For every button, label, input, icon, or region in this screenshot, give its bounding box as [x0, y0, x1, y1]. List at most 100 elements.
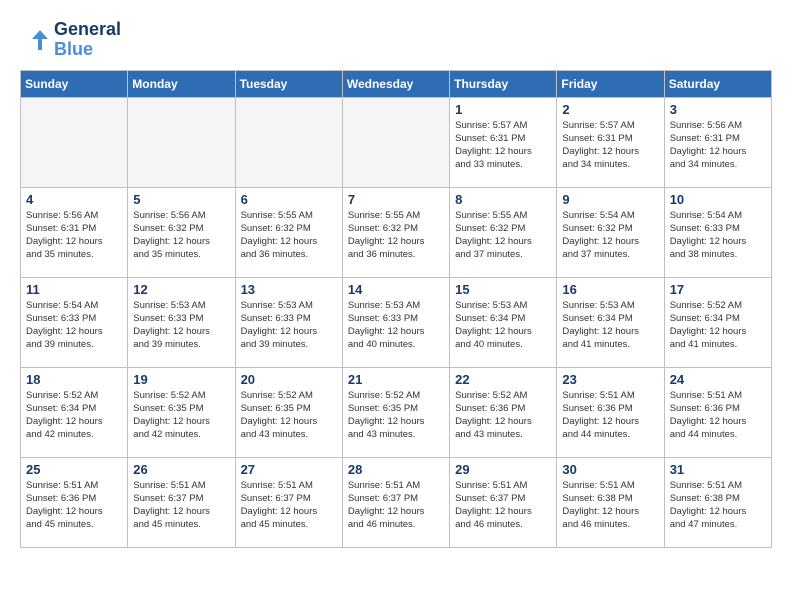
day-number: 25	[26, 462, 122, 477]
calendar-cell: 13Sunrise: 5:53 AM Sunset: 6:33 PM Dayli…	[235, 277, 342, 367]
calendar-table: SundayMondayTuesdayWednesdayThursdayFrid…	[20, 70, 772, 548]
calendar-cell: 3 Sunrise: 5:56 AM Sunset: 6:31 PM Daylig…	[664, 97, 771, 187]
day-info: Sunrise: 5:56 AM Sunset: 6:31 PM Dayligh…	[670, 119, 766, 172]
day-info: Sunrise: 5:51 AM Sunset: 6:37 PM Dayligh…	[133, 479, 229, 532]
calendar-cell	[342, 97, 449, 187]
day-info: Sunrise: 5:51 AM Sunset: 6:37 PM Dayligh…	[241, 479, 337, 532]
day-info: Sunrise: 5:54 AM Sunset: 6:33 PM Dayligh…	[670, 209, 766, 262]
calendar-cell: 15 Sunrise: 5:53 AM Sunset: 6:34 PM Dayli…	[450, 277, 557, 367]
day-info: Sunrise: 5:53 AM Sunset: 6:33 PM Dayligh…	[133, 299, 229, 352]
calendar-cell: 16 Sunrise: 5:53 AM Sunset: 6:34 PM Dayli…	[557, 277, 664, 367]
day-info: Sunrise: 5:54 AM Sunset: 6:33 PM Dayligh…	[26, 299, 122, 352]
day-number: 2	[562, 102, 658, 117]
day-info: Sunrise: 5:51 AM Sunset: 6:38 PM Dayligh…	[670, 479, 766, 532]
calendar-cell: 12 Sunrise: 5:53 AM Sunset: 6:33 PM Dayli…	[128, 277, 235, 367]
day-info: Sunrise: 5:52 AM Sunset: 6:35 PM Dayligh…	[348, 389, 444, 442]
day-number: 9	[562, 192, 658, 207]
day-number: 6	[241, 192, 337, 207]
calendar-cell: 20 Sunrise: 5:52 AM Sunset: 6:35 PM Dayli…	[235, 367, 342, 457]
day-number: 19	[133, 372, 229, 387]
day-number: 22	[455, 372, 551, 387]
day-info: Sunrise: 5:53 AM Sunset: 6:34 PM Dayligh…	[562, 299, 658, 352]
day-number: 11	[26, 282, 122, 297]
week-row-4: 18 Sunrise: 5:52 AM Sunset: 6:34 PM Dayli…	[21, 367, 772, 457]
day-number: 17	[670, 282, 766, 297]
calendar-cell: 27Sunrise: 5:51 AM Sunset: 6:37 PM Dayli…	[235, 457, 342, 547]
calendar-cell: 4Sunrise: 5:56 AM Sunset: 6:31 PM Daylig…	[21, 187, 128, 277]
day-number: 1	[455, 102, 551, 117]
calendar-cell: 5Sunrise: 5:56 AM Sunset: 6:32 PM Daylig…	[128, 187, 235, 277]
day-info: Sunrise: 5:52 AM Sunset: 6:36 PM Dayligh…	[455, 389, 551, 442]
day-info: Sunrise: 5:55 AM Sunset: 6:32 PM Dayligh…	[241, 209, 337, 262]
day-info: Sunrise: 5:57 AM Sunset: 6:31 PM Dayligh…	[562, 119, 658, 172]
weekday-header-saturday: Saturday	[664, 70, 771, 97]
weekday-header-wednesday: Wednesday	[342, 70, 449, 97]
day-number: 13	[241, 282, 337, 297]
day-number: 21	[348, 372, 444, 387]
weekday-header-tuesday: Tuesday	[235, 70, 342, 97]
day-number: 4	[26, 192, 122, 207]
calendar-cell: 17 Sunrise: 5:52 AM Sunset: 6:34 PM Dayli…	[664, 277, 771, 367]
calendar-cell: 6 Sunrise: 5:55 AM Sunset: 6:32 PM Daylig…	[235, 187, 342, 277]
calendar-cell: 31 Sunrise: 5:51 AM Sunset: 6:38 PM Dayli…	[664, 457, 771, 547]
week-row-3: 11 Sunrise: 5:54 AM Sunset: 6:33 PM Dayli…	[21, 277, 772, 367]
week-row-5: 25 Sunrise: 5:51 AM Sunset: 6:36 PM Dayli…	[21, 457, 772, 547]
day-info: Sunrise: 5:52 AM Sunset: 6:35 PM Dayligh…	[241, 389, 337, 442]
day-number: 29	[455, 462, 551, 477]
calendar-cell	[235, 97, 342, 187]
day-number: 18	[26, 372, 122, 387]
day-number: 7	[348, 192, 444, 207]
week-row-1: 1 Sunrise: 5:57 AM Sunset: 6:31 PM Daylig…	[21, 97, 772, 187]
logo-text: General Blue	[54, 20, 121, 60]
day-info: Sunrise: 5:52 AM Sunset: 6:34 PM Dayligh…	[26, 389, 122, 442]
day-number: 15	[455, 282, 551, 297]
day-info: Sunrise: 5:51 AM Sunset: 6:36 PM Dayligh…	[670, 389, 766, 442]
day-info: Sunrise: 5:51 AM Sunset: 6:37 PM Dayligh…	[348, 479, 444, 532]
day-info: Sunrise: 5:51 AM Sunset: 6:36 PM Dayligh…	[562, 389, 658, 442]
day-info: Sunrise: 5:51 AM Sunset: 6:36 PM Dayligh…	[26, 479, 122, 532]
weekday-header-sunday: Sunday	[21, 70, 128, 97]
day-number: 8	[455, 192, 551, 207]
day-number: 16	[562, 282, 658, 297]
day-info: Sunrise: 5:57 AM Sunset: 6:31 PM Dayligh…	[455, 119, 551, 172]
calendar-cell	[21, 97, 128, 187]
page-header: General Blue	[20, 20, 772, 60]
week-row-2: 4Sunrise: 5:56 AM Sunset: 6:31 PM Daylig…	[21, 187, 772, 277]
day-number: 12	[133, 282, 229, 297]
calendar-cell: 22 Sunrise: 5:52 AM Sunset: 6:36 PM Dayli…	[450, 367, 557, 457]
calendar-cell: 29Sunrise: 5:51 AM Sunset: 6:37 PM Dayli…	[450, 457, 557, 547]
weekday-header-thursday: Thursday	[450, 70, 557, 97]
day-info: Sunrise: 5:53 AM Sunset: 6:34 PM Dayligh…	[455, 299, 551, 352]
logo-icon	[20, 25, 50, 55]
day-number: 20	[241, 372, 337, 387]
day-number: 31	[670, 462, 766, 477]
calendar-cell: 18 Sunrise: 5:52 AM Sunset: 6:34 PM Dayli…	[21, 367, 128, 457]
calendar-cell: 9 Sunrise: 5:54 AM Sunset: 6:32 PM Daylig…	[557, 187, 664, 277]
day-number: 28	[348, 462, 444, 477]
calendar-cell: 25 Sunrise: 5:51 AM Sunset: 6:36 PM Dayli…	[21, 457, 128, 547]
day-number: 30	[562, 462, 658, 477]
day-info: Sunrise: 5:54 AM Sunset: 6:32 PM Dayligh…	[562, 209, 658, 262]
calendar-cell: 23 Sunrise: 5:51 AM Sunset: 6:36 PM Dayli…	[557, 367, 664, 457]
calendar-cell	[128, 97, 235, 187]
calendar-cell: 7 Sunrise: 5:55 AM Sunset: 6:32 PM Daylig…	[342, 187, 449, 277]
calendar-cell: 11 Sunrise: 5:54 AM Sunset: 6:33 PM Dayli…	[21, 277, 128, 367]
day-info: Sunrise: 5:52 AM Sunset: 6:34 PM Dayligh…	[670, 299, 766, 352]
day-number: 3	[670, 102, 766, 117]
day-number: 26	[133, 462, 229, 477]
day-number: 10	[670, 192, 766, 207]
calendar-cell: 30 Sunrise: 5:51 AM Sunset: 6:38 PM Dayli…	[557, 457, 664, 547]
calendar-cell: 28 Sunrise: 5:51 AM Sunset: 6:37 PM Dayli…	[342, 457, 449, 547]
day-info: Sunrise: 5:53 AM Sunset: 6:33 PM Dayligh…	[348, 299, 444, 352]
logo: General Blue	[20, 20, 121, 60]
day-info: Sunrise: 5:52 AM Sunset: 6:35 PM Dayligh…	[133, 389, 229, 442]
day-info: Sunrise: 5:51 AM Sunset: 6:38 PM Dayligh…	[562, 479, 658, 532]
calendar-cell: 8Sunrise: 5:55 AM Sunset: 6:32 PM Daylig…	[450, 187, 557, 277]
day-info: Sunrise: 5:55 AM Sunset: 6:32 PM Dayligh…	[348, 209, 444, 262]
calendar-cell: 21 Sunrise: 5:52 AM Sunset: 6:35 PM Dayli…	[342, 367, 449, 457]
calendar-cell: 1 Sunrise: 5:57 AM Sunset: 6:31 PM Daylig…	[450, 97, 557, 187]
calendar-cell: 26 Sunrise: 5:51 AM Sunset: 6:37 PM Dayli…	[128, 457, 235, 547]
day-number: 23	[562, 372, 658, 387]
day-info: Sunrise: 5:56 AM Sunset: 6:32 PM Dayligh…	[133, 209, 229, 262]
calendar-cell: 19 Sunrise: 5:52 AM Sunset: 6:35 PM Dayli…	[128, 367, 235, 457]
